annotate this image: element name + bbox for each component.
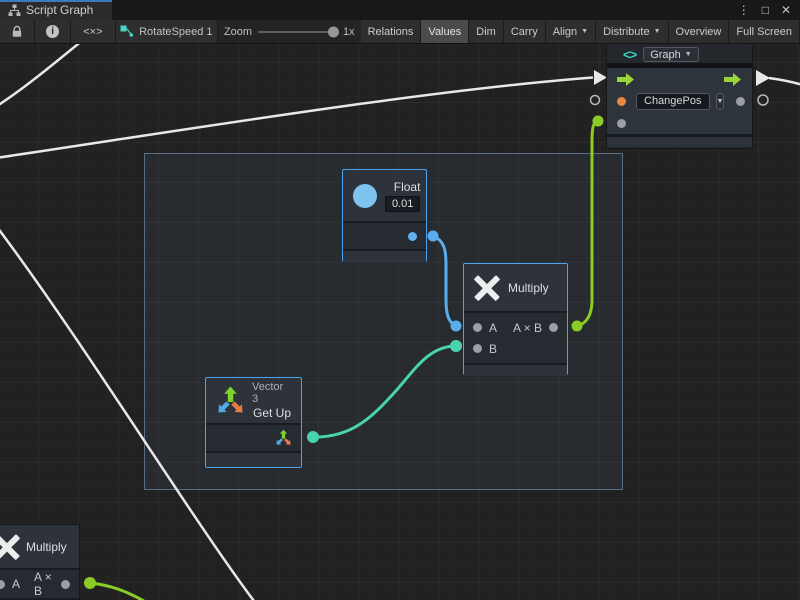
wire-multiply-to-changepos[interactable] bbox=[577, 121, 598, 326]
port-result-label: A × B bbox=[513, 321, 542, 335]
wire-endpoint-changepos-port bbox=[593, 116, 604, 127]
port-result[interactable] bbox=[61, 580, 70, 589]
info-button[interactable]: i bbox=[35, 20, 71, 43]
node-breadcrumb-icon bbox=[120, 25, 134, 39]
wire-getup-to-multiply-b[interactable] bbox=[313, 346, 456, 437]
vector3-axes-icon bbox=[216, 385, 245, 417]
flow-output-arrow-icon[interactable] bbox=[724, 73, 742, 86]
port-a-label: A bbox=[12, 577, 20, 591]
breadcrumb-label: RotateSpeed 1 bbox=[139, 26, 212, 38]
float-value-input[interactable]: 0.01 bbox=[385, 196, 420, 212]
toolbar-button-relations[interactable]: Relations bbox=[361, 20, 422, 43]
zoom-slider[interactable] bbox=[258, 31, 337, 33]
event-dropdown-caret[interactable]: ▼ bbox=[716, 93, 725, 110]
vector3-output-port[interactable] bbox=[275, 429, 292, 447]
port-b[interactable] bbox=[473, 344, 482, 353]
unconnected-port-circle-left[interactable] bbox=[591, 96, 600, 105]
graph-io-body: ChangePos ▼ bbox=[607, 63, 752, 134]
toolbar-button-align[interactable]: Align▼ bbox=[546, 20, 596, 43]
wire-endpoint-multiply2-result bbox=[84, 577, 96, 589]
titlebar: Script Graph ⋮ □ ✕ bbox=[0, 0, 800, 20]
flow-input-arrow-icon[interactable] bbox=[617, 73, 635, 86]
maximize-icon[interactable]: □ bbox=[762, 0, 769, 20]
multiply-x-icon bbox=[0, 535, 19, 559]
zoom-label: Zoom bbox=[224, 26, 252, 38]
node-footer bbox=[206, 453, 301, 464]
float-output-port[interactable] bbox=[408, 232, 417, 241]
node-title: Get Up bbox=[253, 406, 291, 420]
toolbar-button-dim[interactable]: Dim bbox=[469, 20, 504, 43]
chevron-down-icon: ▼ bbox=[685, 51, 692, 58]
code-icon: <> bbox=[623, 47, 636, 62]
close-icon[interactable]: ✕ bbox=[781, 0, 791, 20]
wire-endpoint-float-output bbox=[428, 231, 439, 242]
tab-script-graph[interactable]: Script Graph bbox=[0, 0, 112, 20]
lock-button[interactable] bbox=[0, 20, 35, 43]
wire-white-from-graph-output[interactable] bbox=[769, 78, 800, 85]
vector3-header: Vector 3 Get Up bbox=[206, 378, 301, 423]
window-controls: ⋮ □ ✕ bbox=[738, 0, 800, 20]
node-title: Multiply bbox=[508, 281, 549, 295]
node-footer bbox=[343, 251, 426, 262]
window-menu-icon[interactable]: ⋮ bbox=[738, 0, 750, 20]
port-a[interactable] bbox=[0, 580, 5, 589]
graph-io-header: <> Graph ▼ bbox=[607, 44, 752, 63]
toolbar-button-overview[interactable]: Overview bbox=[669, 20, 730, 43]
multiply-x-icon bbox=[474, 275, 500, 301]
port-result-label: A × B bbox=[34, 570, 54, 598]
port-a-label: A bbox=[489, 321, 497, 335]
value-input-port[interactable] bbox=[617, 119, 626, 128]
wire-white-topleft[interactable] bbox=[0, 44, 88, 108]
wire-white-to-graph-input[interactable] bbox=[0, 78, 593, 159]
graph-dropdown[interactable]: Graph ▼ bbox=[643, 47, 699, 62]
wire-endpoint-multiply-a bbox=[451, 321, 462, 332]
graph-toolbar: i <×> RotateSpeed 1 Zoom 1x Relations Va… bbox=[0, 20, 800, 44]
node-multiply[interactable]: Multiply A A × B B bbox=[463, 263, 568, 375]
port-a[interactable] bbox=[473, 323, 482, 332]
node-multiply-2[interactable]: Multiply A A × B bbox=[0, 524, 80, 600]
graph-icon bbox=[8, 4, 21, 17]
zoom-value: 1x bbox=[343, 26, 355, 38]
node-vector3-get-up[interactable]: Vector 3 Get Up bbox=[205, 377, 302, 468]
float-header: Float 0.01 bbox=[343, 170, 426, 221]
node-title: Float bbox=[394, 180, 421, 194]
node-float[interactable]: Float 0.01 bbox=[342, 169, 427, 262]
toolbar-button-values[interactable]: Values bbox=[421, 20, 469, 43]
multiply2-header: Multiply bbox=[0, 525, 79, 568]
wire-float-to-multiply-a[interactable] bbox=[433, 236, 456, 326]
node-footer bbox=[464, 365, 567, 376]
toolbar-button-carry[interactable]: Carry bbox=[504, 20, 546, 43]
breadcrumb[interactable]: RotateSpeed 1 bbox=[116, 20, 218, 43]
script-graph-window: Script Graph ⋮ □ ✕ i <×> Rotate bbox=[0, 0, 800, 600]
event-dropdown[interactable]: ChangePos bbox=[636, 93, 710, 110]
toolbar-buttons: Relations Values Dim Carry Align▼ Distri… bbox=[361, 20, 800, 43]
lock-icon bbox=[11, 25, 23, 38]
node-graph-io[interactable]: <> Graph ▼ ChangePos ▼ bbox=[606, 44, 753, 149]
port-b-label: B bbox=[489, 342, 497, 356]
toolbar-button-distribute[interactable]: Distribute▼ bbox=[596, 20, 668, 43]
wire-multiply2-result[interactable] bbox=[90, 583, 144, 600]
node-title: Multiply bbox=[26, 540, 67, 554]
float-icon bbox=[353, 184, 377, 208]
toolbar-button-fullscreen[interactable]: Full Screen bbox=[729, 20, 800, 43]
multiply-header: Multiply bbox=[464, 264, 567, 311]
port-result[interactable] bbox=[549, 323, 558, 332]
wire-endpoint-multiply-result bbox=[572, 321, 583, 332]
node-type-label: Vector 3 bbox=[252, 381, 291, 405]
value-output-port[interactable] bbox=[736, 97, 745, 106]
event-input-port[interactable] bbox=[617, 97, 626, 106]
wire-endpoint-multiply-b bbox=[450, 340, 462, 352]
code-tags-icon: <×> bbox=[83, 26, 102, 38]
code-preview-button[interactable]: <×> bbox=[71, 20, 116, 43]
zoom-control: Zoom 1x bbox=[218, 20, 361, 43]
graph-canvas[interactable]: <> Graph ▼ ChangePos ▼ bbox=[0, 44, 800, 600]
tab-title: Script Graph bbox=[26, 3, 93, 17]
info-icon: i bbox=[46, 25, 59, 38]
node-footer bbox=[607, 134, 752, 147]
wire-endpoint-getup-output bbox=[307, 431, 319, 443]
flow-output-arrowhead bbox=[756, 70, 770, 86]
active-tab-indicator bbox=[0, 0, 112, 2]
unconnected-port-circle-right[interactable] bbox=[758, 95, 768, 105]
zoom-slider-handle[interactable] bbox=[328, 26, 339, 37]
